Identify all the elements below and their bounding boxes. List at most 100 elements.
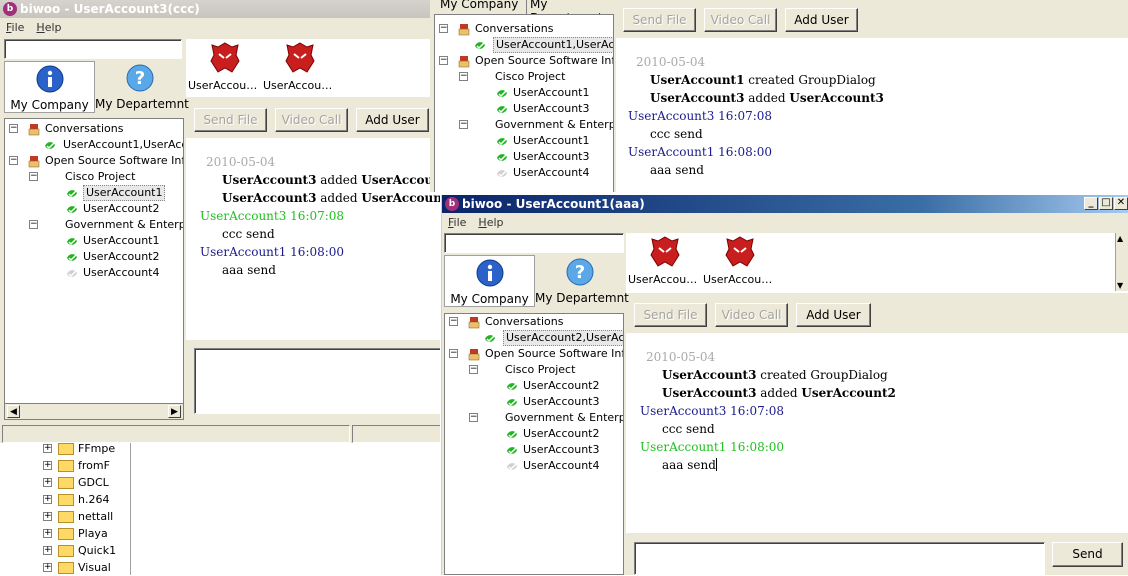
tree-row[interactable]: UserAccount3 — [445, 394, 623, 410]
tree-row[interactable]: UserAccount1 — [435, 85, 613, 101]
send-file-button[interactable]: Send File — [623, 8, 696, 32]
user-online-icon — [507, 447, 517, 455]
tree-row[interactable]: − Cisco Project — [5, 169, 183, 185]
add-user-button[interactable]: Add User — [785, 8, 858, 32]
expand-icon[interactable]: + — [43, 495, 52, 504]
expand-icon[interactable]: + — [43, 444, 52, 453]
expand-icon[interactable]: + — [43, 546, 52, 555]
minimize-icon[interactable]: _ — [1084, 197, 1098, 210]
search-input[interactable] — [4, 39, 182, 59]
user-online-icon — [497, 138, 507, 146]
group-icon — [468, 317, 480, 329]
collapse-icon[interactable]: − — [29, 172, 38, 181]
folder-row[interactable]: + GDCL — [40, 474, 120, 491]
maximize-icon[interactable]: □ — [1099, 197, 1113, 210]
participant-avatar[interactable]: UserAccoun... — [628, 235, 702, 286]
tree-row[interactable]: UserAccount2 — [5, 249, 183, 265]
expand-icon[interactable]: + — [43, 461, 52, 470]
menu-file[interactable]: File — [448, 216, 466, 229]
group-icon — [458, 56, 470, 68]
expand-icon[interactable]: + — [43, 512, 52, 521]
scroll-right-arrow-icon[interactable]: ▶ — [168, 405, 181, 418]
tab-my-department[interactable]: ? My Departemnt — [95, 61, 189, 113]
collapse-icon[interactable]: − — [449, 317, 458, 326]
collapse-icon[interactable]: − — [29, 220, 38, 229]
tree-row[interactable]: UserAccount4 — [435, 165, 613, 181]
tree-row[interactable]: − Conversations — [435, 21, 613, 37]
expand-icon[interactable]: + — [43, 563, 52, 572]
tab-my-company[interactable]: My Company — [4, 61, 95, 113]
avatar-label: UserAccoun... — [628, 273, 702, 286]
scroll-left-arrow-icon[interactable]: ◀ — [7, 405, 20, 418]
tab-my-company[interactable]: My Company — [444, 255, 535, 307]
scroll-up-arrow-icon[interactable]: ▲ — [1117, 234, 1123, 243]
tab-my-company[interactable]: My Company — [440, 0, 518, 11]
expand-icon[interactable]: + — [43, 478, 52, 487]
tree-row[interactable]: − Cisco Project — [435, 69, 613, 85]
close-icon[interactable]: ✕ — [1114, 197, 1128, 210]
tree-row[interactable]: UserAccount4 — [5, 265, 183, 281]
tree-row[interactable]: UserAccount2,UserAcco — [445, 330, 623, 346]
folder-row[interactable]: + Visual — [40, 559, 120, 576]
menu-file[interactable]: File — [6, 21, 24, 34]
collapse-icon[interactable]: − — [439, 24, 448, 33]
collapse-icon[interactable]: − — [459, 120, 468, 129]
tree-row[interactable]: − Conversations — [445, 314, 623, 330]
folder-row[interactable]: + fromF — [40, 457, 120, 474]
send-button[interactable]: Send — [1052, 542, 1123, 567]
tree-row[interactable]: UserAccount2 — [445, 426, 623, 442]
tree-row[interactable]: − Government & Enterpris — [435, 117, 613, 133]
participant-avatar[interactable]: UserAccoun... — [703, 235, 777, 286]
message-input[interactable] — [194, 348, 440, 414]
send-file-button[interactable]: Send File — [634, 303, 707, 327]
tree-row[interactable]: UserAccount2 — [5, 201, 183, 217]
tree-row[interactable]: − Conversations — [5, 121, 183, 137]
tree-horizontal-scrollbar[interactable]: ◀ ▶ — [4, 403, 184, 420]
window-titlebar[interactable]: b biwoo - UserAccount3(ccc) — [0, 0, 440, 18]
expand-icon[interactable]: + — [43, 529, 52, 538]
video-call-button[interactable]: Video Call — [704, 8, 777, 32]
tree-row[interactable]: − Open Source Software Infer — [435, 53, 613, 69]
collapse-icon[interactable]: − — [449, 349, 458, 358]
tree-row[interactable]: − Government & Enterpris — [445, 410, 623, 426]
video-call-button[interactable]: Video Call — [275, 108, 348, 132]
collapse-icon[interactable]: − — [459, 72, 468, 81]
tree-row[interactable]: UserAccount1 — [435, 133, 613, 149]
tree-row[interactable]: UserAccount1,UserAcco — [435, 37, 613, 53]
tree-row[interactable]: − Cisco Project — [445, 362, 623, 378]
folder-row[interactable]: + h.264 — [40, 491, 120, 508]
add-user-button[interactable]: Add User — [356, 108, 429, 132]
add-user-button[interactable]: Add User — [796, 303, 871, 327]
tree-row[interactable]: − Open Source Software Infer — [5, 153, 183, 169]
send-file-button[interactable]: Send File — [194, 108, 267, 132]
scroll-down-arrow-icon[interactable]: ▼ — [1117, 281, 1123, 290]
collapse-icon[interactable]: − — [439, 56, 448, 65]
collapse-icon[interactable]: − — [9, 156, 18, 165]
collapse-icon[interactable]: − — [9, 124, 18, 133]
participant-avatar[interactable]: UserAccoun... — [263, 41, 337, 92]
tree-row[interactable]: UserAccount4 — [445, 458, 623, 474]
avatar-panel-scrollbar[interactable]: ▲ ▼ — [1115, 233, 1128, 291]
collapse-icon[interactable]: − — [469, 413, 478, 422]
folder-row[interactable]: + nettall — [40, 508, 120, 525]
tab-my-department[interactable]: ? My Departemnt — [535, 255, 629, 307]
window-titlebar[interactable]: b biwoo - UserAccount1(aaa) _ □ ✕ — [442, 195, 1128, 213]
tree-row[interactable]: UserAccount3 — [435, 149, 613, 165]
collapse-icon[interactable]: − — [469, 365, 478, 374]
video-call-button[interactable]: Video Call — [715, 303, 788, 327]
folder-row[interactable]: + Quick1 — [40, 542, 120, 559]
tree-row[interactable]: − Open Source Software Infer — [445, 346, 623, 362]
tree-row[interactable]: UserAccount3 — [435, 101, 613, 117]
tree-row[interactable]: UserAccount1 — [5, 233, 183, 249]
tree-row[interactable]: UserAccount1 — [5, 185, 183, 201]
menu-help[interactable]: Help — [478, 216, 503, 229]
menu-help[interactable]: Help — [36, 21, 61, 34]
search-input[interactable] — [444, 233, 624, 253]
tree-row[interactable]: − Government & Enterpris — [5, 217, 183, 233]
tree-row[interactable]: UserAccount1,UserAcco — [5, 137, 183, 153]
tree-row[interactable]: UserAccount3 — [445, 442, 623, 458]
folder-row[interactable]: + Playa — [40, 525, 120, 542]
message-input[interactable] — [634, 542, 1045, 575]
tree-row[interactable]: UserAccount2 — [445, 378, 623, 394]
participant-avatar[interactable]: UserAccoun... — [188, 41, 262, 92]
